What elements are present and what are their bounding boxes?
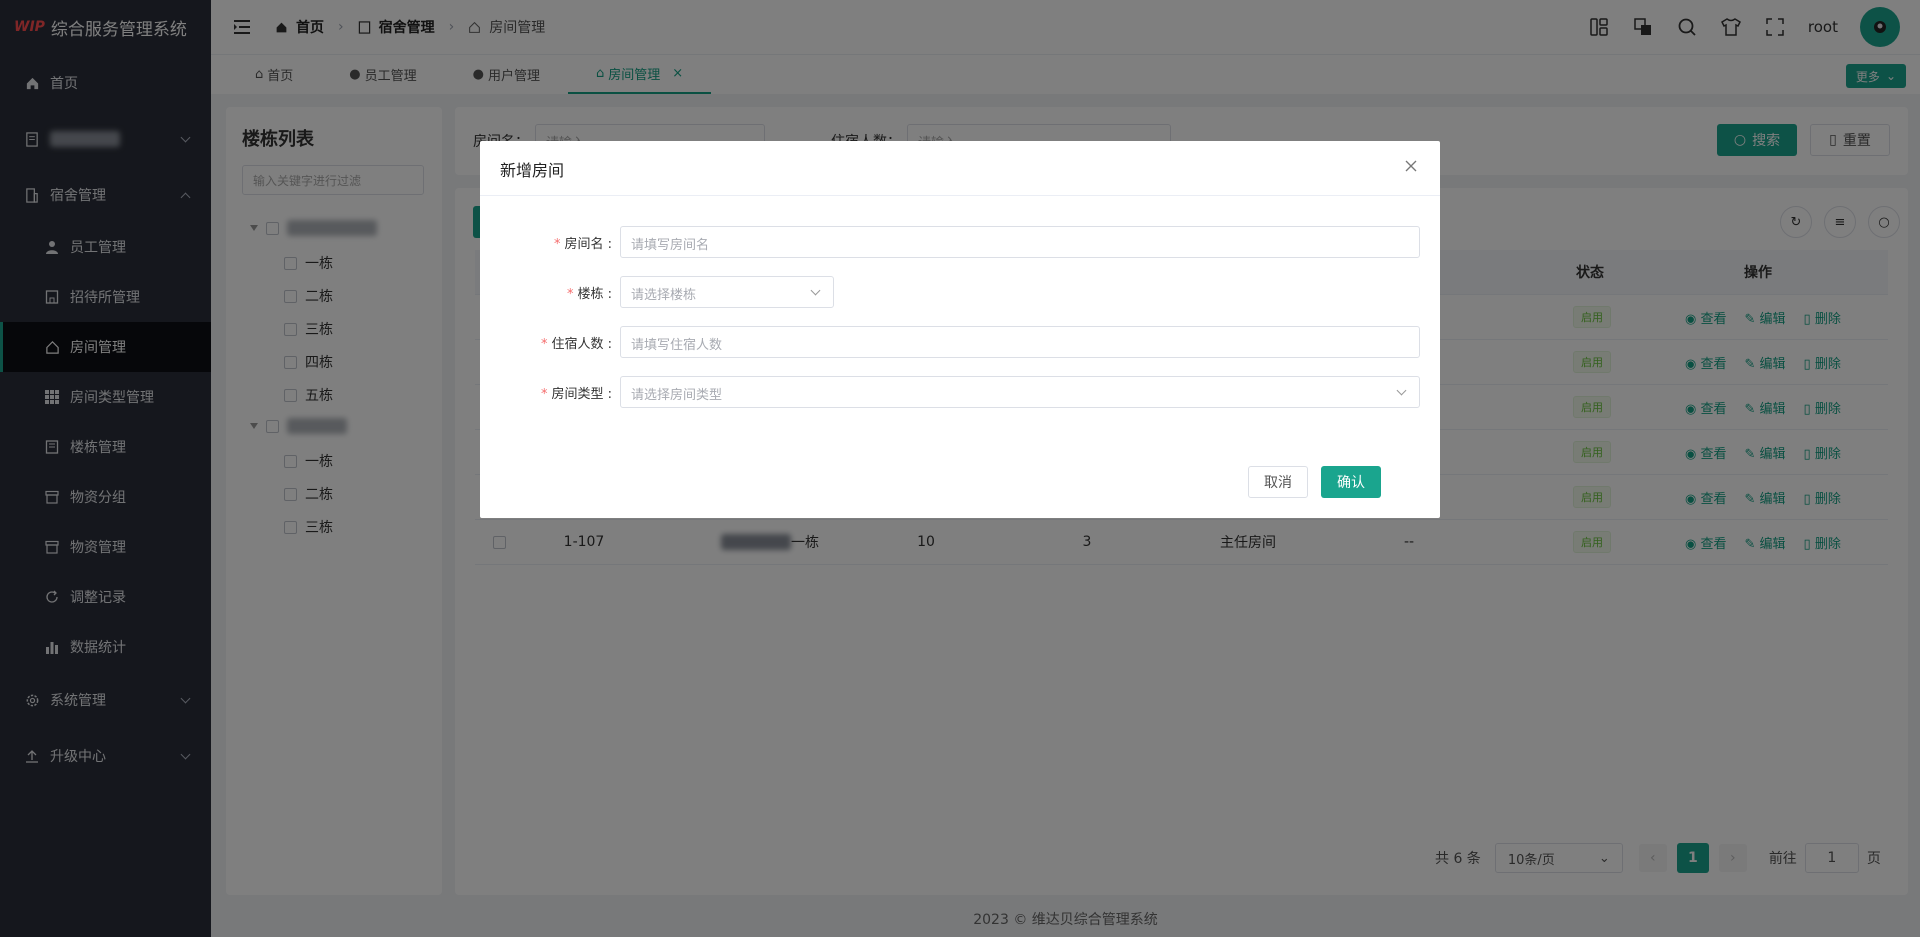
room-name-field[interactable]: 请填写房间名 — [620, 226, 1420, 258]
dialog-divider — [480, 195, 1440, 196]
placeholder: 请填写住宿人数 — [631, 338, 723, 353]
room-type-label: * 房间类型 : — [540, 387, 612, 402]
cancel-button[interactable]: 取消 — [1248, 466, 1308, 498]
placeholder: 请选择房间类型 — [631, 388, 723, 403]
chevron-down-icon — [810, 285, 821, 296]
occupancy-field[interactable]: 请填写住宿人数 — [620, 326, 1420, 358]
add-room-dialog: 新增房间 * 房间名 : 请填写房间名 * 楼栋 : 请选择楼栋 * 住宿人数 : 请… — [480, 141, 1440, 518]
dialog-title: 新增房间 — [500, 161, 565, 180]
confirm-button[interactable]: 确认 — [1321, 466, 1381, 498]
room-type-select[interactable]: 请选择房间类型 — [620, 376, 1420, 408]
building-select[interactable]: 请选择楼栋 — [620, 276, 834, 308]
placeholder: 请填写房间名 — [631, 238, 710, 253]
building-label: * 楼栋 : — [566, 287, 612, 302]
room-name-label: * 房间名 : — [553, 237, 612, 252]
placeholder: 请选择楼栋 — [631, 288, 697, 303]
chevron-down-icon — [1396, 385, 1407, 396]
occupancy-label: * 住宿人数 : — [540, 337, 612, 352]
close-icon[interactable] — [1404, 159, 1420, 175]
